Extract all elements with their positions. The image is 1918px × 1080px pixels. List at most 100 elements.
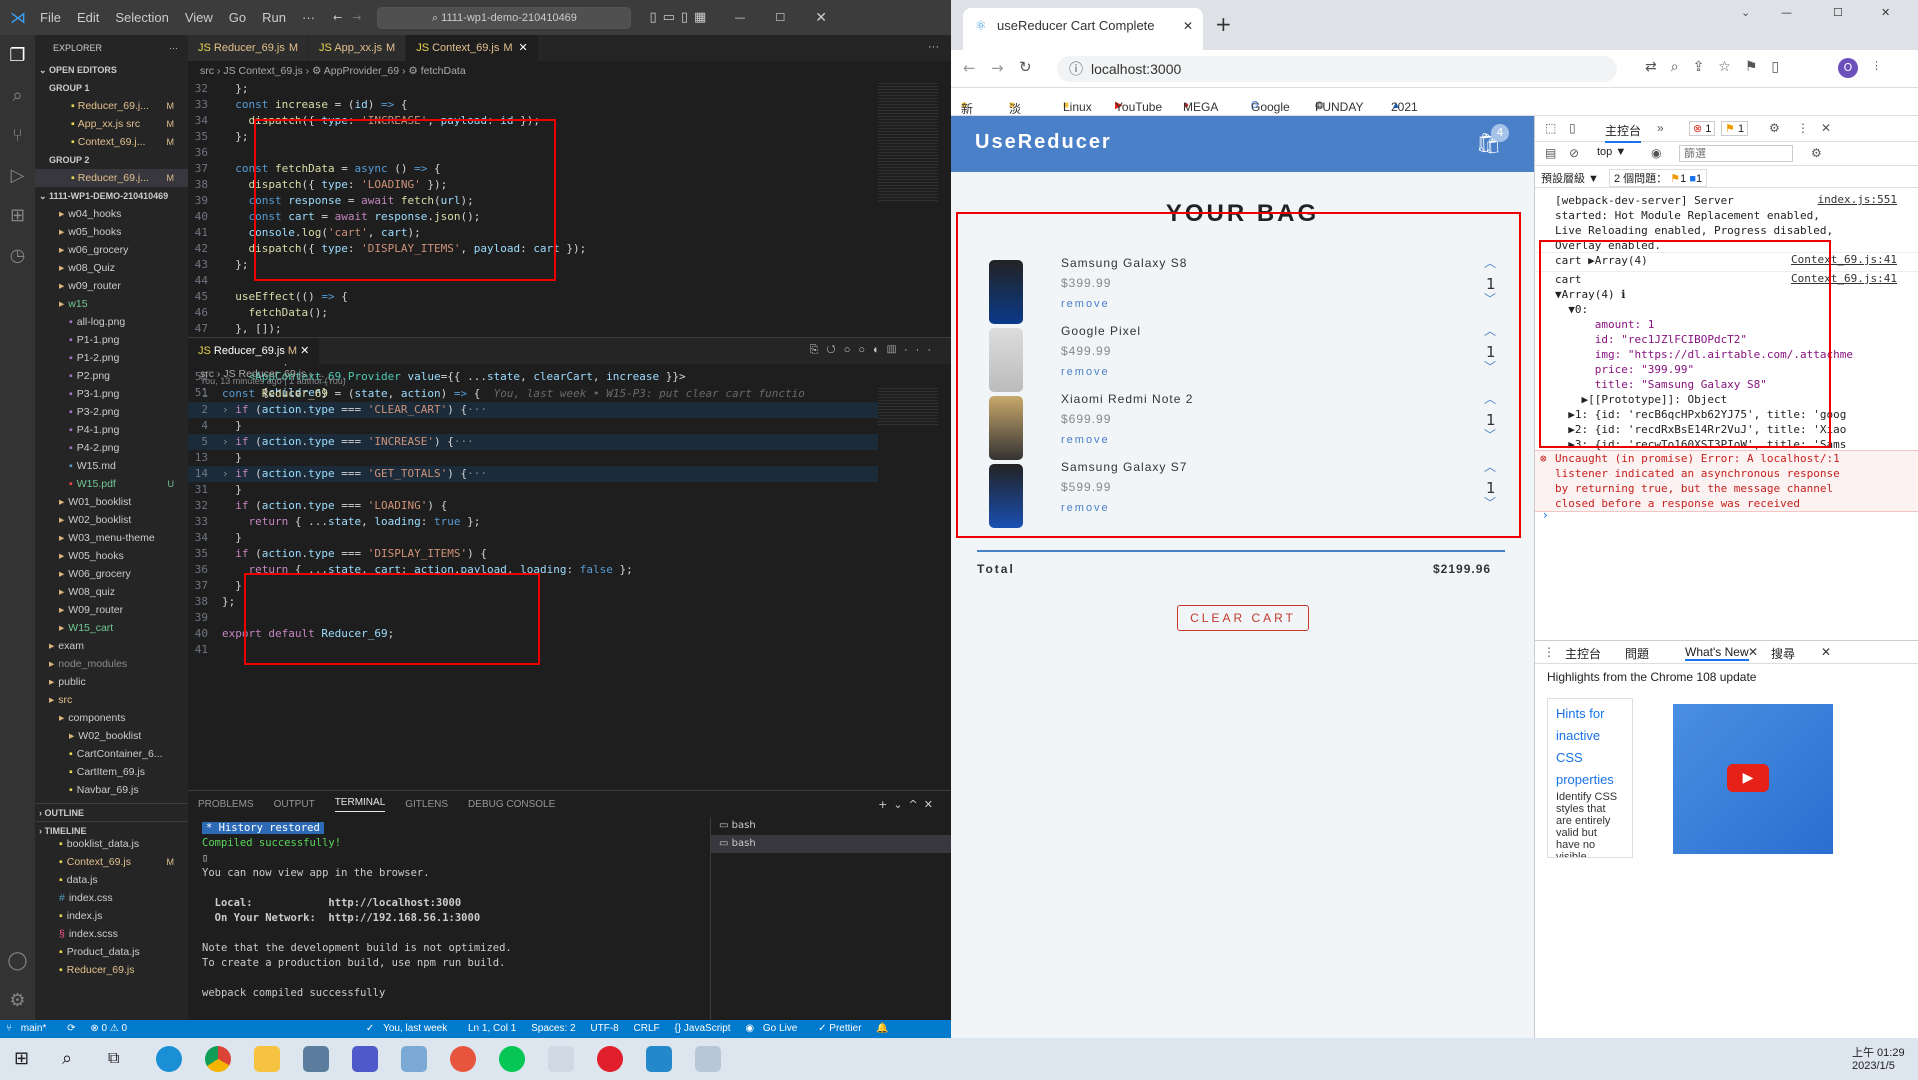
indentation-status[interactable]: Spaces: 2 bbox=[531, 1023, 575, 1034]
media-player-icon[interactable] bbox=[597, 1046, 623, 1072]
minimize-icon[interactable]: — bbox=[1781, 6, 1792, 19]
remove-button[interactable]: remove bbox=[1061, 298, 1110, 310]
menu-item[interactable]: File bbox=[40, 10, 61, 25]
tree-folder[interactable]: ▸ W02_booklist bbox=[35, 511, 188, 529]
issues-button[interactable]: 2 個問題： ⚑1 ■1 bbox=[1609, 169, 1708, 187]
tree-file[interactable]: § index.scss bbox=[35, 925, 188, 943]
more-icon[interactable]: ··· bbox=[169, 35, 178, 61]
tree-folder[interactable]: ▸ W09_router bbox=[35, 601, 188, 619]
maximize-icon[interactable]: ☐ bbox=[1833, 6, 1843, 19]
maximize-icon[interactable]: ☐ bbox=[775, 11, 785, 24]
log-levels-select[interactable]: 預設層級 ▼ bbox=[1541, 170, 1599, 186]
tree-folder[interactable]: ▸ W08_quiz bbox=[35, 583, 188, 601]
go-live-status[interactable]: ◉ Go Live bbox=[745, 1023, 803, 1034]
new-tab-icon[interactable]: + bbox=[1215, 12, 1232, 36]
kebab-menu-icon[interactable]: ⋮ bbox=[1797, 121, 1809, 135]
tree-file[interactable]: ▪ W15.md bbox=[35, 457, 188, 475]
tree-file[interactable]: ▪ P3-1.png bbox=[35, 385, 188, 403]
drawer-tab[interactable]: 搜尋 bbox=[1771, 645, 1795, 662]
line-icon[interactable] bbox=[499, 1046, 525, 1072]
tab-close-icon[interactable]: ✕ bbox=[519, 42, 528, 54]
tree-folder[interactable]: ▸ exam bbox=[35, 637, 188, 655]
editor-tab[interactable]: JS Context_69.js M ✕ bbox=[406, 35, 539, 61]
log3-source-link[interactable]: Context_69.js:41 bbox=[1791, 272, 1897, 285]
tree-folder[interactable]: ▸ W06_grocery bbox=[35, 565, 188, 583]
sync-icon[interactable]: ⟳ bbox=[67, 1023, 75, 1034]
language-status[interactable]: {} JavaScript bbox=[674, 1023, 730, 1034]
remove-button[interactable]: remove bbox=[1061, 434, 1110, 446]
drawer-tab[interactable]: What's New bbox=[1685, 645, 1749, 661]
tree-file[interactable]: ▪ W15.pdf U bbox=[35, 475, 188, 493]
device-icon[interactable]: ▯ bbox=[1569, 121, 1576, 135]
outline-header[interactable]: › OUTLINE bbox=[35, 803, 188, 821]
settings-gear-icon[interactable]: ⚙ bbox=[0, 980, 35, 1020]
tab-reducer-bottom[interactable]: JS Reducer_69.js M ✕ bbox=[188, 338, 321, 364]
tree-file[interactable]: ▪ all-log.png bbox=[35, 313, 188, 331]
eye-icon[interactable]: ◉ bbox=[1651, 146, 1661, 160]
settings-gear-icon[interactable]: ⚙ bbox=[1769, 121, 1780, 135]
menu-item[interactable]: ··· bbox=[302, 10, 315, 25]
vscode-icon[interactable] bbox=[646, 1046, 672, 1072]
tree-file[interactable]: ▪ data.js bbox=[35, 871, 188, 889]
editor-actions-icons[interactable]: ⎘↺○○◐▥··· bbox=[810, 344, 939, 357]
console-prompt[interactable]: › bbox=[1543, 508, 1548, 522]
forward-icon[interactable]: → bbox=[352, 11, 361, 24]
editor-tab[interactable]: JS App_xx.js M bbox=[309, 35, 407, 61]
tree-file[interactable]: ▪ P4-2.png bbox=[35, 439, 188, 457]
tree-file[interactable]: # index.css bbox=[35, 889, 188, 907]
calculator-icon[interactable] bbox=[303, 1046, 329, 1072]
menu-item[interactable]: View bbox=[185, 10, 213, 25]
tree-file[interactable]: ▪ index.js bbox=[35, 907, 188, 925]
group1-header[interactable]: GROUP 1 bbox=[35, 79, 188, 97]
tab-close-icon[interactable]: ✕ bbox=[1183, 8, 1193, 44]
tree-folder[interactable]: ▸ components bbox=[35, 709, 188, 727]
tree-folder[interactable]: ▸ W05_hooks bbox=[35, 547, 188, 565]
log2-source-link[interactable]: Context_69.js:41 bbox=[1791, 253, 1897, 266]
extensions-icon[interactable]: ⊞ bbox=[0, 195, 35, 235]
panel-tab[interactable]: PROBLEMS bbox=[198, 799, 254, 810]
profile-avatar[interactable]: O bbox=[1838, 58, 1858, 78]
tree-folder[interactable]: ▸ w15 bbox=[35, 295, 188, 313]
remove-button[interactable]: remove bbox=[1061, 502, 1110, 514]
decrease-chevron-down-icon[interactable]: ﹀ bbox=[1484, 358, 1496, 375]
panel-actions-icons[interactable]: +⌄^✕ bbox=[878, 798, 939, 811]
open-editor-item[interactable]: ▪ App_xx.js src M bbox=[35, 115, 188, 133]
paint-icon[interactable] bbox=[450, 1046, 476, 1072]
timeline-header[interactable]: › TIMELINE bbox=[35, 821, 188, 839]
back-icon[interactable]: ← bbox=[333, 11, 342, 24]
terminal-output[interactable]: * History restored Compiled successfully… bbox=[202, 821, 702, 999]
run-debug-icon[interactable]: ▷ bbox=[0, 155, 35, 195]
tab-console[interactable]: 主控台 bbox=[1605, 122, 1642, 143]
minimize-icon[interactable]: — bbox=[734, 11, 745, 24]
inspect-icon[interactable]: ⬚ bbox=[1545, 121, 1556, 135]
encoding-status[interactable]: UTF-8 bbox=[590, 1023, 618, 1034]
timeline-icon[interactable]: ◷ bbox=[0, 235, 35, 275]
windows-start-icon[interactable]: ⊞ bbox=[14, 1048, 29, 1069]
teams-icon[interactable] bbox=[352, 1046, 378, 1072]
url-input[interactable]: ⓘ localhost:3000 bbox=[1057, 56, 1617, 82]
tree-file[interactable]: ▪ Navbar_69.js bbox=[35, 781, 188, 799]
tree-file[interactable]: ▪ Reducer_69.js bbox=[35, 961, 188, 979]
menu-item[interactable]: Go bbox=[229, 10, 246, 25]
tree-folder[interactable]: ▸ W03_menu-theme bbox=[35, 529, 188, 547]
sidebar-toggle-icon[interactable]: ▤ bbox=[1545, 146, 1556, 160]
shell-item[interactable]: ▭ bash bbox=[711, 817, 951, 835]
drawer-menu-icon[interactable]: ⋮ bbox=[1543, 645, 1555, 659]
branch-status[interactable]: ⑂ main* bbox=[6, 1023, 52, 1034]
tree-folder[interactable]: ▸ w04_hooks bbox=[35, 205, 188, 223]
blame-status[interactable]: ✓ You, last week bbox=[366, 1023, 453, 1034]
tree-folder[interactable]: ▸ w05_hooks bbox=[35, 223, 188, 241]
chrome-menu-icon[interactable]: ⋮ bbox=[1871, 59, 1882, 72]
panel-tab[interactable]: DEBUG CONSOLE bbox=[468, 799, 555, 810]
editor-tab[interactable]: JS Reducer_69.js M bbox=[188, 35, 310, 61]
source-control-icon[interactable]: ⑂ bbox=[0, 115, 35, 155]
tree-file[interactable]: ▪ CartItem_69.js bbox=[35, 763, 188, 781]
menu-item[interactable]: Selection bbox=[115, 10, 168, 25]
window-app-icon[interactable] bbox=[401, 1046, 427, 1072]
group2-header[interactable]: GROUP 2 bbox=[35, 151, 188, 169]
tree-folder[interactable]: ▸ W02_booklist bbox=[35, 727, 188, 745]
explorer-icon[interactable]: ❐ bbox=[0, 35, 35, 75]
more-icon[interactable]: ··· bbox=[928, 41, 939, 53]
eol-status[interactable]: CRLF bbox=[634, 1023, 660, 1034]
increase-chevron-up-icon[interactable]: ︿ bbox=[1484, 458, 1496, 475]
